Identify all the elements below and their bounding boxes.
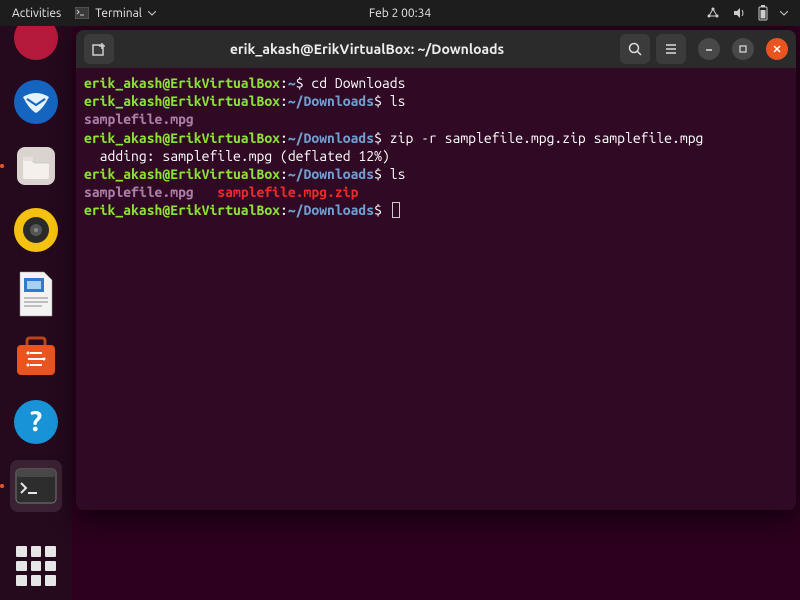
clock[interactable]: Feb 2 00:34 bbox=[369, 7, 431, 20]
prompt-dollar: $ bbox=[374, 202, 382, 218]
show-applications-button[interactable] bbox=[16, 546, 56, 586]
terminal-icon bbox=[75, 7, 89, 19]
prompt-sep: : bbox=[280, 202, 288, 218]
prompt-sep: : bbox=[280, 93, 288, 109]
command-text: cd Downloads bbox=[304, 75, 406, 91]
prompt-path: ~/Downloads bbox=[288, 93, 374, 109]
search-button[interactable] bbox=[620, 34, 650, 64]
prompt-userhost: erik_akash@ErikVirtualBox bbox=[84, 166, 280, 182]
command-text: ls bbox=[382, 166, 406, 182]
dock-icon-ubuntu-software[interactable] bbox=[10, 332, 62, 384]
prompt-dollar: $ bbox=[374, 166, 382, 182]
top-panel: Activities Terminal Feb 2 00:34 bbox=[0, 0, 800, 26]
prompt-dollar: $ bbox=[296, 75, 304, 91]
prompt-path: ~/Downloads bbox=[288, 130, 374, 146]
menu-icon bbox=[663, 41, 679, 57]
dock-icon-rhythmbox[interactable] bbox=[10, 204, 62, 256]
dock-icon-thunderbird[interactable] bbox=[10, 76, 62, 128]
software-icon bbox=[13, 335, 59, 381]
prompt-userhost: erik_akash@ErikVirtualBox bbox=[84, 130, 280, 146]
prompt-dollar: $ bbox=[374, 130, 382, 146]
prompt-userhost: erik_akash@ErikVirtualBox bbox=[84, 93, 280, 109]
app-menu-label: Terminal bbox=[95, 7, 142, 20]
output-filename: samplefile.mpg bbox=[84, 111, 194, 127]
prompt-userhost: erik_akash@ErikVirtualBox bbox=[84, 75, 280, 91]
new-tab-button[interactable] bbox=[84, 34, 114, 64]
prompt-sep: : bbox=[280, 75, 288, 91]
minimize-icon bbox=[704, 44, 714, 54]
terminal-cursor bbox=[392, 202, 400, 218]
dock: ? bbox=[0, 26, 72, 600]
hamburger-menu-button[interactable] bbox=[656, 34, 686, 64]
output-filename-zip: samplefile.mpg.zip bbox=[217, 184, 358, 200]
svg-text:?: ? bbox=[30, 406, 42, 437]
close-icon bbox=[772, 44, 782, 54]
dock-icon-libreoffice-writer[interactable] bbox=[10, 268, 62, 320]
close-button[interactable] bbox=[766, 38, 788, 60]
maximize-button[interactable] bbox=[732, 38, 754, 60]
prompt-path: ~/Downloads bbox=[288, 166, 374, 182]
search-icon bbox=[627, 41, 643, 57]
window-title: erik_akash@ErikVirtualBox: ~/Downloads bbox=[114, 41, 620, 57]
prompt-userhost: erik_akash@ErikVirtualBox bbox=[84, 202, 280, 218]
new-tab-icon bbox=[91, 41, 107, 57]
prompt-sep: : bbox=[280, 130, 288, 146]
output-gap bbox=[194, 184, 218, 200]
document-icon bbox=[16, 270, 56, 318]
help-icon: ? bbox=[13, 399, 59, 445]
minimize-button[interactable] bbox=[698, 38, 720, 60]
prompt-sep: : bbox=[280, 166, 288, 182]
dock-icon-terminal[interactable] bbox=[10, 460, 62, 512]
thunderbird-icon bbox=[13, 79, 59, 125]
terminal-window: erik_akash@ErikVirtualBox: ~/Downloads e… bbox=[76, 30, 796, 510]
speaker-icon bbox=[13, 207, 59, 253]
activities-button[interactable]: Activities bbox=[12, 7, 61, 20]
app-menu-terminal[interactable]: Terminal bbox=[75, 7, 156, 20]
output-text: adding: samplefile.mpg (deflated 12%) bbox=[84, 148, 390, 164]
dock-icon-files[interactable] bbox=[10, 140, 62, 192]
chevron-down-icon[interactable] bbox=[780, 11, 788, 16]
window-titlebar: erik_akash@ErikVirtualBox: ~/Downloads bbox=[76, 30, 796, 68]
command-text bbox=[382, 202, 390, 218]
dock-icon-help[interactable]: ? bbox=[10, 396, 62, 448]
terminal-icon bbox=[15, 468, 57, 504]
output-filename: samplefile.mpg bbox=[84, 184, 194, 200]
chevron-down-icon bbox=[148, 11, 156, 16]
battery-icon[interactable] bbox=[758, 5, 768, 21]
terminal-body[interactable]: erik_akash@ErikVirtualBox:~$ cd Download… bbox=[76, 68, 796, 510]
folder-icon bbox=[13, 143, 59, 189]
command-text: zip -r samplefile.mpg.zip samplefile.mpg bbox=[382, 130, 703, 146]
prompt-path: ~/Downloads bbox=[288, 202, 374, 218]
prompt-dollar: $ bbox=[374, 93, 382, 109]
command-text: ls bbox=[382, 93, 406, 109]
prompt-path: ~ bbox=[288, 75, 296, 91]
maximize-icon bbox=[738, 44, 748, 54]
volume-icon[interactable] bbox=[732, 6, 746, 20]
network-icon[interactable] bbox=[706, 6, 720, 20]
